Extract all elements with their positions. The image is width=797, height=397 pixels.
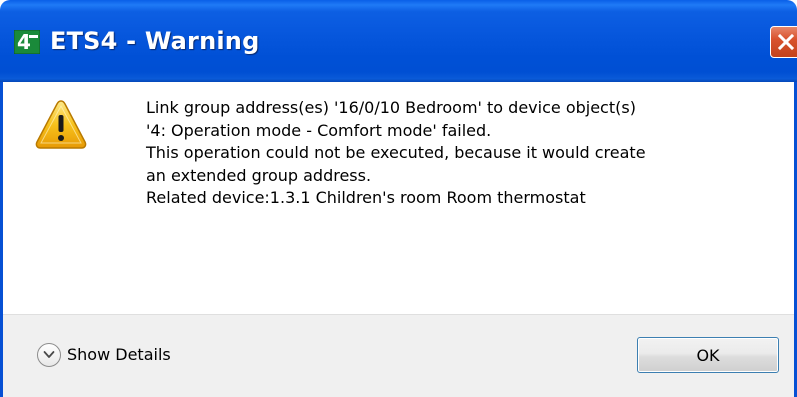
message-line: This operation could not be executed, be… <box>146 143 646 162</box>
ok-button[interactable]: OK <box>637 337 779 373</box>
chevron-down-icon <box>43 351 55 358</box>
window-title: ETS4 - Warning <box>50 27 260 55</box>
close-button[interactable] <box>770 26 797 58</box>
close-icon <box>777 33 795 51</box>
title-bar[interactable]: 4 ETS4 - Warning <box>0 0 797 82</box>
warning-dialog: 4 ETS4 - Warning Link group address(es) … <box>0 0 797 397</box>
expand-button[interactable] <box>37 343 61 367</box>
dialog-footer: Show Details OK <box>3 314 794 397</box>
svg-text:4: 4 <box>17 30 31 54</box>
message-line: an extended group address. <box>146 165 372 185</box>
warning-icon <box>35 100 87 149</box>
message-line: '4: Operation mode - Comfort mode' faile… <box>146 120 492 140</box>
message-line: Link group address(es) '16/0/10 Bedroom'… <box>146 98 636 117</box>
warning-message: Link group address(es) '16/0/10 Bedroom'… <box>146 97 786 210</box>
message-line: Related device:1.3.1 Children's room Roo… <box>146 188 586 207</box>
ets4-app-icon: 4 <box>14 30 40 54</box>
show-details-label[interactable]: Show Details <box>67 345 171 364</box>
